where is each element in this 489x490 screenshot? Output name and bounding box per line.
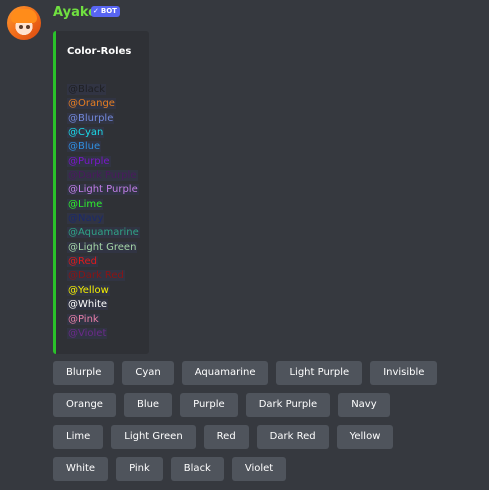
role-mention-label: @Orange (67, 98, 116, 110)
invisible-button[interactable]: Invisible (370, 361, 438, 385)
role-mention[interactable]: @Blurple (67, 112, 140, 126)
aquamarine-button[interactable]: Aquamarine (181, 361, 269, 385)
role-mention[interactable]: @Light Green (67, 241, 140, 255)
avatar[interactable] (7, 6, 41, 40)
light-purple-button[interactable]: Light Purple (276, 361, 363, 385)
role-mention-label: @Light Purple (67, 184, 139, 196)
role-mention-label: @Dark Purple (67, 170, 138, 182)
avatar-hair (11, 9, 37, 23)
pink-button[interactable]: Pink (116, 457, 163, 481)
role-mention-label: @Black (67, 84, 107, 95)
role-list: @Black @Orange @Blurple @Cyan @Blue @Purple @D… (67, 83, 140, 341)
bot-tag-label: BOT (100, 7, 117, 15)
role-mention-label: @Purple (67, 155, 111, 167)
violet-button[interactable]: Violet (231, 457, 287, 481)
dark-red-button[interactable]: Dark Red (256, 425, 329, 449)
role-mention-label: @Aquamarine (67, 227, 140, 239)
role-mention[interactable]: @Dark Purple (67, 169, 140, 183)
role-mention-label: @White (67, 299, 109, 311)
role-mention[interactable]: @Violet (67, 327, 140, 341)
role-mention[interactable]: @Light Purple (67, 183, 140, 197)
embed-title: Color-Roles (67, 46, 132, 57)
role-mention[interactable]: @Purple (67, 155, 140, 169)
role-mention[interactable]: @Red (67, 255, 140, 269)
bot-tag: ✓ BOT (91, 6, 120, 17)
role-mention-label: @Red (67, 256, 98, 268)
button-row: White Pink Black Violet (53, 457, 287, 481)
blurple-button[interactable]: Blurple (53, 361, 115, 385)
black-button[interactable]: Black (170, 457, 224, 481)
red-button[interactable]: Red (203, 425, 249, 449)
cyan-button[interactable]: Cyan (122, 361, 174, 385)
purple-button[interactable]: Purple (180, 393, 238, 417)
white-button[interactable]: White (53, 457, 109, 481)
blue-button[interactable]: Blue (123, 393, 173, 417)
role-mention[interactable]: @Navy (67, 212, 140, 226)
role-mention[interactable]: @Pink (67, 313, 140, 327)
role-mention[interactable]: @Lime (67, 198, 140, 212)
button-row: Lime Light Green Red Dark Red Yellow (53, 425, 394, 449)
navy-button[interactable]: Navy (338, 393, 390, 417)
role-mention[interactable]: @Orange (67, 97, 140, 111)
role-mention[interactable]: @Black (67, 83, 140, 97)
role-mention-label: @Light Green (67, 241, 138, 253)
button-row: Blurple Cyan Aquamarine Light Purple Invisib… (53, 361, 438, 385)
role-mention[interactable]: @Cyan (67, 126, 140, 140)
role-mention[interactable]: @Dark Red (67, 269, 140, 283)
orange-button[interactable]: Orange (53, 393, 116, 417)
button-row: Orange Blue Purple Dark Purple Navy (53, 393, 390, 417)
avatar-eye (19, 25, 23, 29)
role-mention-label: @Lime (67, 198, 104, 210)
role-mention-label: @Violet (67, 327, 108, 339)
role-mention-label: @Yellow (67, 284, 110, 296)
role-mention-label: @Navy (67, 213, 105, 225)
role-mention-label: @Cyan (67, 127, 105, 139)
role-mention-label: @Blue (67, 141, 102, 153)
role-mention-label: @Pink (67, 313, 100, 325)
color-roles-embed: Color-Roles @Black @Orange @Blurple @Cyan @B… (53, 31, 149, 354)
avatar-eye (26, 25, 30, 29)
role-mention[interactable]: @Yellow (67, 284, 140, 298)
yellow-button[interactable]: Yellow (336, 425, 394, 449)
lime-button[interactable]: Lime (53, 425, 104, 449)
role-mention[interactable]: @Aquamarine (67, 226, 140, 240)
role-mention[interactable]: @White (67, 298, 140, 312)
dark-purple-button[interactable]: Dark Purple (245, 393, 331, 417)
role-mention-label: @Dark Red (67, 270, 125, 282)
light-green-button[interactable]: Light Green (111, 425, 196, 449)
verified-check-icon: ✓ (93, 7, 99, 15)
role-mention[interactable]: @Blue (67, 140, 140, 154)
role-mention-label: @Blurple (67, 112, 115, 124)
